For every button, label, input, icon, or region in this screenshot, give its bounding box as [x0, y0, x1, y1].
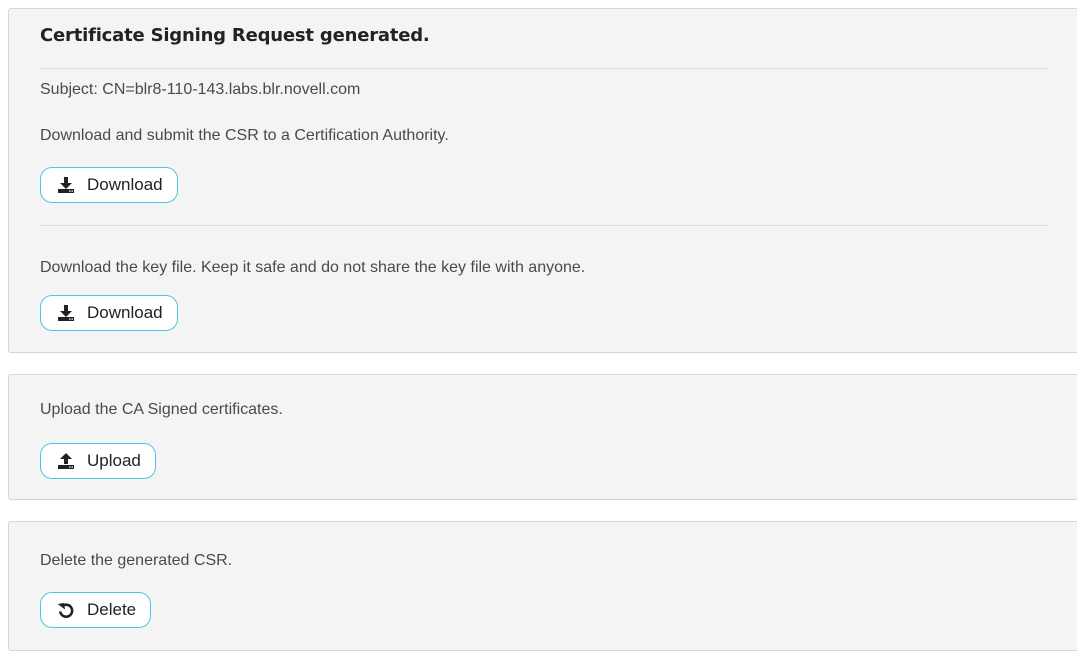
upload-icon	[57, 452, 75, 470]
download-csr-button[interactable]: Download	[40, 167, 178, 203]
upload-button[interactable]: Upload	[40, 443, 156, 479]
undo-icon	[57, 601, 75, 619]
csr-subject: Subject: CN=blr8-110-143.labs.blr.novell…	[40, 81, 361, 98]
delete-label: Delete	[87, 600, 137, 619]
csr-generated-panel: Certificate Signing Request generated. S…	[8, 8, 1077, 353]
download-csr-label: Download	[87, 175, 163, 194]
upload-certificates-panel: Upload the CA Signed certificates. Uploa…	[8, 374, 1077, 500]
upload-instruction: Upload the CA Signed certificates.	[40, 401, 283, 418]
download-key-label: Download	[87, 303, 163, 322]
download-icon	[57, 176, 75, 194]
upload-label: Upload	[87, 451, 141, 470]
delete-instruction: Delete the generated CSR.	[40, 552, 233, 569]
delete-button[interactable]: Delete	[40, 592, 152, 628]
delete-csr-panel: Delete the generated CSR. Delete	[8, 521, 1077, 651]
key-download-instruction: Download the key file. Keep it safe and …	[40, 259, 586, 276]
download-icon	[57, 304, 75, 322]
panel-title: Certificate Signing Request generated.	[40, 25, 430, 46]
divider	[40, 225, 1048, 226]
csr-download-instruction: Download and submit the CSR to a Certifi…	[40, 127, 449, 144]
download-key-button[interactable]: Download	[40, 295, 178, 331]
divider	[40, 68, 1048, 69]
